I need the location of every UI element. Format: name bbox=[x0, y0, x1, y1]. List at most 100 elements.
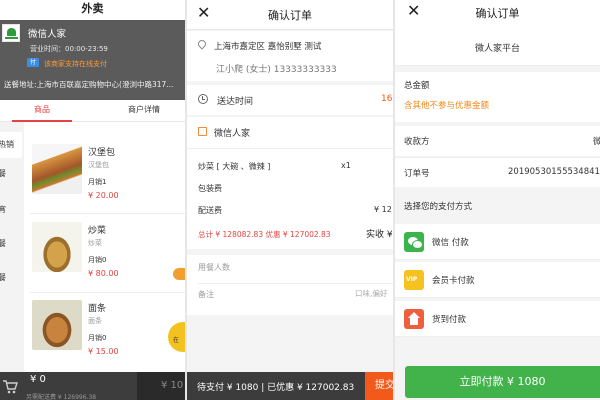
pay-now-button[interactable]: 立即付款 ¥ 1080 bbox=[405, 366, 600, 398]
amount-note: 含其他不参与优惠金额 bbox=[404, 101, 490, 111]
confirm-order-panel: ✕ 确认订单 上海市嘉定区 嘉怡别墅 测试 江小爬 (女士) 133333333… bbox=[187, 0, 393, 400]
pay-method-cash-on-delivery[interactable]: 货到付款 bbox=[395, 301, 600, 337]
address-text: 上海市嘉定区 嘉怡别墅 测试 bbox=[214, 42, 322, 52]
item-name: 汉堡包 bbox=[88, 148, 116, 158]
checkout-button[interactable]: ¥ 10起 bbox=[137, 372, 185, 400]
menu-item[interactable]: 炒菜 炒菜 月销0 ¥ 80.00 bbox=[30, 222, 185, 298]
pay-method-member-card[interactable]: 会员卡付款 bbox=[395, 262, 600, 298]
notes-input[interactable]: 口味,偏好 bbox=[355, 288, 387, 299]
pay-method-label: 微信 付款 bbox=[432, 238, 469, 248]
wechat-pay-icon bbox=[404, 232, 424, 252]
paid-amount: 实收 ¥ bbox=[366, 230, 393, 240]
float-button-label: 在 bbox=[173, 337, 180, 344]
pay-method-label: 货到付款 bbox=[432, 315, 467, 325]
pending-payment-text: 待支付 ¥ 1080 | 已优惠 ¥ 127002.83 bbox=[197, 383, 355, 393]
payee-row: 收款方 微 bbox=[395, 126, 600, 156]
shop-hours: 营业时间：00:00-23:59 bbox=[30, 45, 108, 53]
order-number-value: 20190530155534841 bbox=[508, 167, 600, 177]
amount-label: 总金额 bbox=[404, 81, 430, 91]
address-section[interactable]: 上海市嘉定区 嘉怡别墅 测试 江小爬 (女士) 13333333333 bbox=[187, 31, 393, 81]
home-icon bbox=[404, 309, 424, 329]
order-number-row: 订单号 20190530155534841 bbox=[395, 157, 600, 187]
location-pin-icon bbox=[196, 38, 208, 50]
clock-icon bbox=[198, 94, 208, 104]
shop-icon bbox=[198, 127, 207, 136]
menu-panel: 外卖 微信人家 营业时间：00:00-23:59 付 该商家支持在线支付 送餐地… bbox=[0, 0, 185, 400]
shop-logo-icon bbox=[2, 24, 20, 42]
delivery-time-label: 送达时间 bbox=[217, 97, 254, 107]
category-item[interactable]: 早餐 bbox=[0, 168, 14, 179]
line-item-label: 包装费 bbox=[198, 184, 222, 193]
cart-icon[interactable] bbox=[0, 372, 20, 400]
order-lines: 炒菜 [ 大碗 、微辣 ] x1 包装费 配送费 ¥ 12 总计 ¥ 12808… bbox=[187, 149, 393, 249]
divider bbox=[30, 213, 185, 214]
category-sidebar: 热销 早餐 夜宵 午餐 晚餐 bbox=[0, 122, 24, 372]
pay-method-wechat[interactable]: 微信 付款 bbox=[395, 224, 600, 260]
menu-item[interactable]: 汉堡包 汉堡包 月销1 ¥ 20.00 bbox=[30, 144, 185, 220]
submit-button[interactable]: 提交 bbox=[365, 372, 393, 400]
member-card-icon bbox=[404, 270, 424, 290]
contact-text: 江小爬 (女士) 13333333333 bbox=[216, 65, 337, 75]
item-subtitle: 面条 bbox=[88, 317, 102, 325]
shop-name: 微信人家 bbox=[28, 29, 67, 40]
tab-goods[interactable]: 商品 bbox=[12, 100, 72, 122]
choose-method-label: 选择您的支付方式 bbox=[404, 202, 473, 212]
menu-tabs: 商品 商户详情 bbox=[0, 100, 185, 122]
delivery-time-row[interactable]: 送达时间 16 bbox=[187, 85, 393, 115]
merchant-row: 微人家平台 bbox=[395, 30, 600, 66]
notes-label: 备注 bbox=[198, 290, 214, 299]
payment-header: ✕ 确认订单 bbox=[395, 0, 600, 30]
add-to-cart-icon[interactable] bbox=[173, 268, 185, 280]
payment-panel: ✕ 确认订单 微人家平台 总金额 含其他不参与优惠金额 收款方 微 订单号 20… bbox=[395, 0, 600, 400]
shop-name: 微信人家 bbox=[214, 129, 251, 139]
delivery-time-value: 16 bbox=[381, 94, 393, 104]
pay-badge: 付 bbox=[27, 58, 39, 67]
shop-header: 微信人家 营业时间：00:00-23:59 付 该商家支持在线支付 送餐地址:上… bbox=[0, 20, 185, 100]
stir-fry-image bbox=[32, 222, 82, 272]
cart-bar: ¥ 0 另需配送费 ¥ 126996.38 ¥ 10起 bbox=[0, 372, 185, 400]
cart-icon-graphic bbox=[3, 380, 18, 394]
item-name: 炒菜 bbox=[88, 226, 107, 236]
confirm-header: ✕ 确认订单 bbox=[187, 0, 393, 30]
item-sales: 月销1 bbox=[88, 178, 107, 186]
promo-text: 该商家支持在线支付 bbox=[44, 60, 107, 68]
pay-method-label: 会员卡付款 bbox=[432, 276, 475, 286]
merchant-name: 微人家平台 bbox=[474, 44, 520, 54]
delivery-address: 送餐地址:上海市百联嘉定购物中心(澄浏中路317... bbox=[4, 80, 174, 89]
item-sales: 月销0 bbox=[88, 334, 107, 342]
category-item[interactable]: 晚餐 bbox=[0, 272, 14, 283]
cart-total: ¥ 0 bbox=[30, 374, 46, 385]
shop-row: 微信人家 bbox=[187, 117, 393, 149]
line-item-value: ¥ 12 bbox=[374, 205, 392, 214]
menu-item[interactable]: 面条 面条 月销0 ¥ 15.00 bbox=[30, 300, 185, 376]
item-price: ¥ 80.00 bbox=[88, 269, 119, 278]
line-item-value: x1 bbox=[341, 161, 351, 170]
extra-options: 用餐人数 备注 口味,偏好 bbox=[187, 255, 393, 315]
divider bbox=[30, 292, 185, 293]
payee-value: 微 bbox=[593, 137, 600, 147]
item-price: ¥ 15.00 bbox=[88, 347, 119, 356]
category-item[interactable]: 夜宵 bbox=[0, 204, 14, 215]
item-name: 面条 bbox=[88, 304, 107, 314]
order-totals: 总计 ¥ 128082.83 优惠 ¥ 127002.83 bbox=[198, 230, 331, 239]
page-title: 外卖 bbox=[0, 0, 185, 20]
page-title: 确认订单 bbox=[475, 7, 520, 20]
item-subtitle: 汉堡包 bbox=[88, 161, 109, 169]
item-sales: 月销0 bbox=[88, 256, 107, 264]
divider bbox=[198, 283, 393, 284]
submit-bar: 待支付 ¥ 1080 | 已优惠 ¥ 127002.83 提交 bbox=[187, 372, 393, 400]
category-item[interactable]: 午餐 bbox=[0, 238, 14, 249]
category-item[interactable]: 热销 bbox=[0, 132, 22, 158]
delivery-fee-note: 另需配送费 ¥ 126996.38 bbox=[26, 394, 97, 400]
item-subtitle: 炒菜 bbox=[88, 239, 102, 247]
noodle-image bbox=[32, 300, 82, 350]
amount-section: 总金额 含其他不参与优惠金额 bbox=[395, 72, 600, 122]
page-title: 确认订单 bbox=[268, 9, 312, 22]
diners-count-field[interactable]: 用餐人数 bbox=[198, 262, 230, 273]
tab-shop-details[interactable]: 商户详情 bbox=[128, 100, 160, 122]
order-number-label: 订单号 bbox=[404, 169, 430, 179]
line-item-label: 配送费 bbox=[198, 206, 222, 215]
payee-label: 收款方 bbox=[404, 137, 430, 147]
item-price: ¥ 20.00 bbox=[88, 191, 119, 200]
line-item-label: 炒菜 [ 大碗 、微辣 ] bbox=[198, 162, 271, 171]
